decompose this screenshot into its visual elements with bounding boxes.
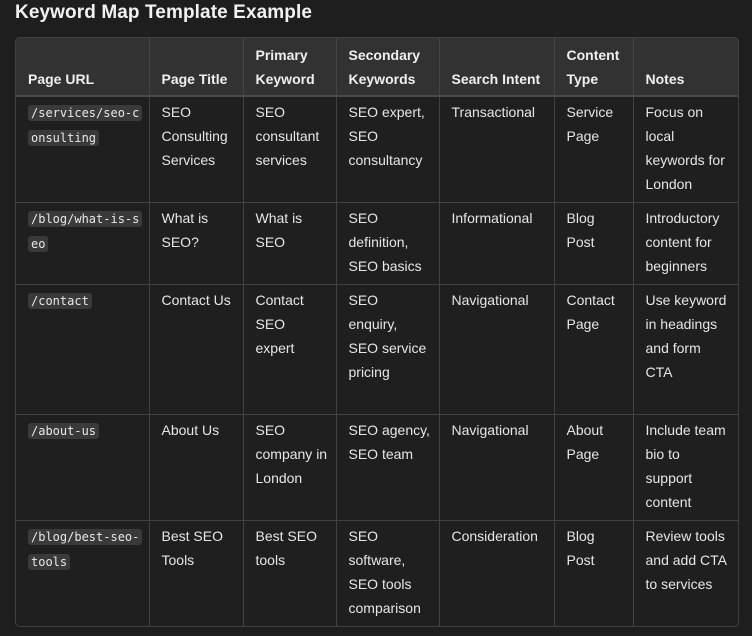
cell-secondary-keywords: SEO software, SEO tools comparison	[336, 520, 440, 626]
keyword-map-table: Page URL Page Title Primary Keyword Seco…	[16, 38, 738, 626]
cell-page-url: /services/seo-consulting	[16, 96, 150, 203]
cell-search-intent: Navigational	[439, 414, 555, 521]
cell-content-type: Contact Page	[554, 284, 634, 415]
page-url-code: /blog/what-is-seo	[28, 211, 143, 252]
cell-page-url: /contact	[16, 284, 150, 415]
table-row: /about-us About Us SEO company in London…	[16, 414, 738, 521]
cell-search-intent: Informational	[439, 202, 555, 285]
cell-notes: Introductory content for beginners	[633, 202, 738, 285]
header-notes: Notes	[633, 38, 738, 97]
header-content-type: Content Type	[554, 38, 634, 97]
cell-page-url: /about-us	[16, 414, 150, 521]
table-body: /services/seo-consulting SEO Consulting …	[16, 96, 738, 626]
header-page-title: Page Title	[149, 38, 244, 97]
cell-notes: Include team bio to support content	[633, 414, 738, 521]
table-row: /contact Contact Us Contact SEO expert S…	[16, 284, 738, 415]
cell-content-type: Blog Post	[554, 520, 634, 626]
page-url-code: /contact	[28, 293, 92, 309]
header-page-url: Page URL	[16, 38, 150, 97]
keyword-map-table-container: Page URL Page Title Primary Keyword Seco…	[15, 37, 739, 627]
cell-page-url: /blog/what-is-seo	[16, 202, 150, 285]
cell-page-title: Contact Us	[149, 284, 244, 415]
table-header: Page URL Page Title Primary Keyword Seco…	[16, 38, 738, 97]
cell-page-title: Best SEO Tools	[149, 520, 244, 626]
header-primary-keyword: Primary Keyword	[243, 38, 337, 97]
page: Keyword Map Template Example Page URL Pa…	[0, 0, 752, 636]
cell-primary-keyword: SEO company in London	[243, 414, 337, 521]
page-url-code: /about-us	[28, 423, 100, 439]
cell-content-type: About Page	[554, 414, 634, 521]
header-row: Page URL Page Title Primary Keyword Seco…	[16, 38, 738, 97]
cell-primary-keyword: What is SEO	[243, 202, 337, 285]
table-row: /blog/best-seo-tools Best SEO Tools Best…	[16, 520, 738, 626]
cell-search-intent: Consideration	[439, 520, 555, 626]
header-search-intent: Search Intent	[439, 38, 555, 97]
page-title: Keyword Map Template Example	[15, 2, 313, 23]
cell-search-intent: Navigational	[439, 284, 555, 415]
cell-primary-keyword: Best SEO tools	[243, 520, 337, 626]
cell-primary-keyword: SEO consultant services	[243, 96, 337, 203]
page-url-code: /blog/best-seo-tools	[28, 529, 143, 570]
table-row: /services/seo-consulting SEO Consulting …	[16, 96, 738, 203]
cell-secondary-keywords: SEO definition, SEO basics	[336, 202, 440, 285]
cell-page-title: What is SEO?	[149, 202, 244, 285]
cell-search-intent: Transactional	[439, 96, 555, 203]
cell-page-url: /blog/best-seo-tools	[16, 520, 150, 626]
cell-page-title: SEO Consulting Services	[149, 96, 244, 203]
cell-notes: Review tools and add CTA to services	[633, 520, 738, 626]
cell-notes: Focus on local keywords for London	[633, 96, 738, 203]
page-url-code: /services/seo-consulting	[28, 105, 143, 146]
cell-notes: Use keyword in headings and form CTA	[633, 284, 738, 415]
header-secondary-keywords: Secondary Keywords	[336, 38, 440, 97]
cell-secondary-keywords: SEO enquiry, SEO service pricing	[336, 284, 440, 415]
cell-secondary-keywords: SEO agency, SEO team	[336, 414, 440, 521]
cell-content-type: Blog Post	[554, 202, 634, 285]
cell-primary-keyword: Contact SEO expert	[243, 284, 337, 415]
cell-secondary-keywords: SEO expert, SEO consultancy	[336, 96, 440, 203]
cell-content-type: Service Page	[554, 96, 634, 203]
cell-page-title: About Us	[149, 414, 244, 521]
table-row: /blog/what-is-seo What is SEO? What is S…	[16, 202, 738, 285]
